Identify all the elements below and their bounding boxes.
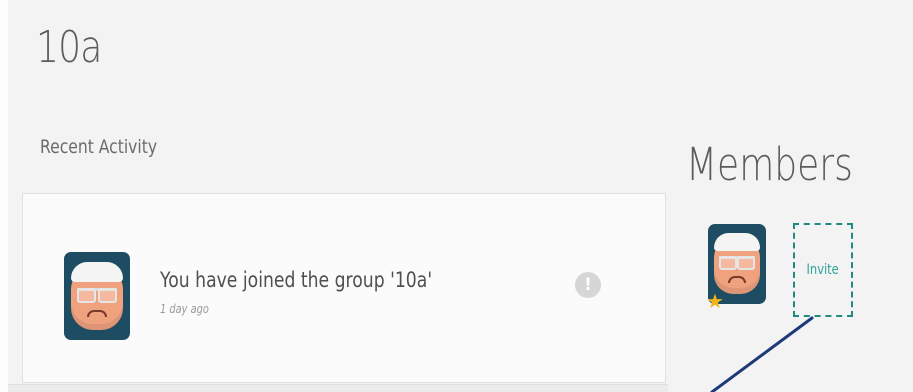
recent-activity-heading: Recent Activity [40, 136, 158, 158]
avatar-mouth [87, 310, 107, 317]
invite-button[interactable]: Invite [793, 223, 853, 317]
page-title: 10a [36, 22, 102, 73]
star-icon: ★ [706, 289, 724, 313]
next-card-edge [8, 384, 668, 392]
avatar-hair [71, 262, 123, 282]
invite-label: Invite [806, 262, 840, 278]
avatar-glasses [719, 256, 755, 270]
avatar-hair [714, 233, 760, 251]
annotation-line [710, 316, 814, 392]
page-edge [0, 0, 8, 392]
avatar-mouth [728, 276, 746, 283]
avatar[interactable] [64, 252, 130, 340]
activity-timestamp: 1 day ago [160, 302, 209, 316]
activity-message: You have joined the group '10a' [160, 268, 433, 292]
avatar-glasses [77, 288, 117, 303]
members-heading: Members [686, 138, 853, 191]
group-page: 10a Recent Activity You have joined the … [0, 0, 913, 392]
exclamation-icon[interactable]: ! [575, 272, 601, 298]
